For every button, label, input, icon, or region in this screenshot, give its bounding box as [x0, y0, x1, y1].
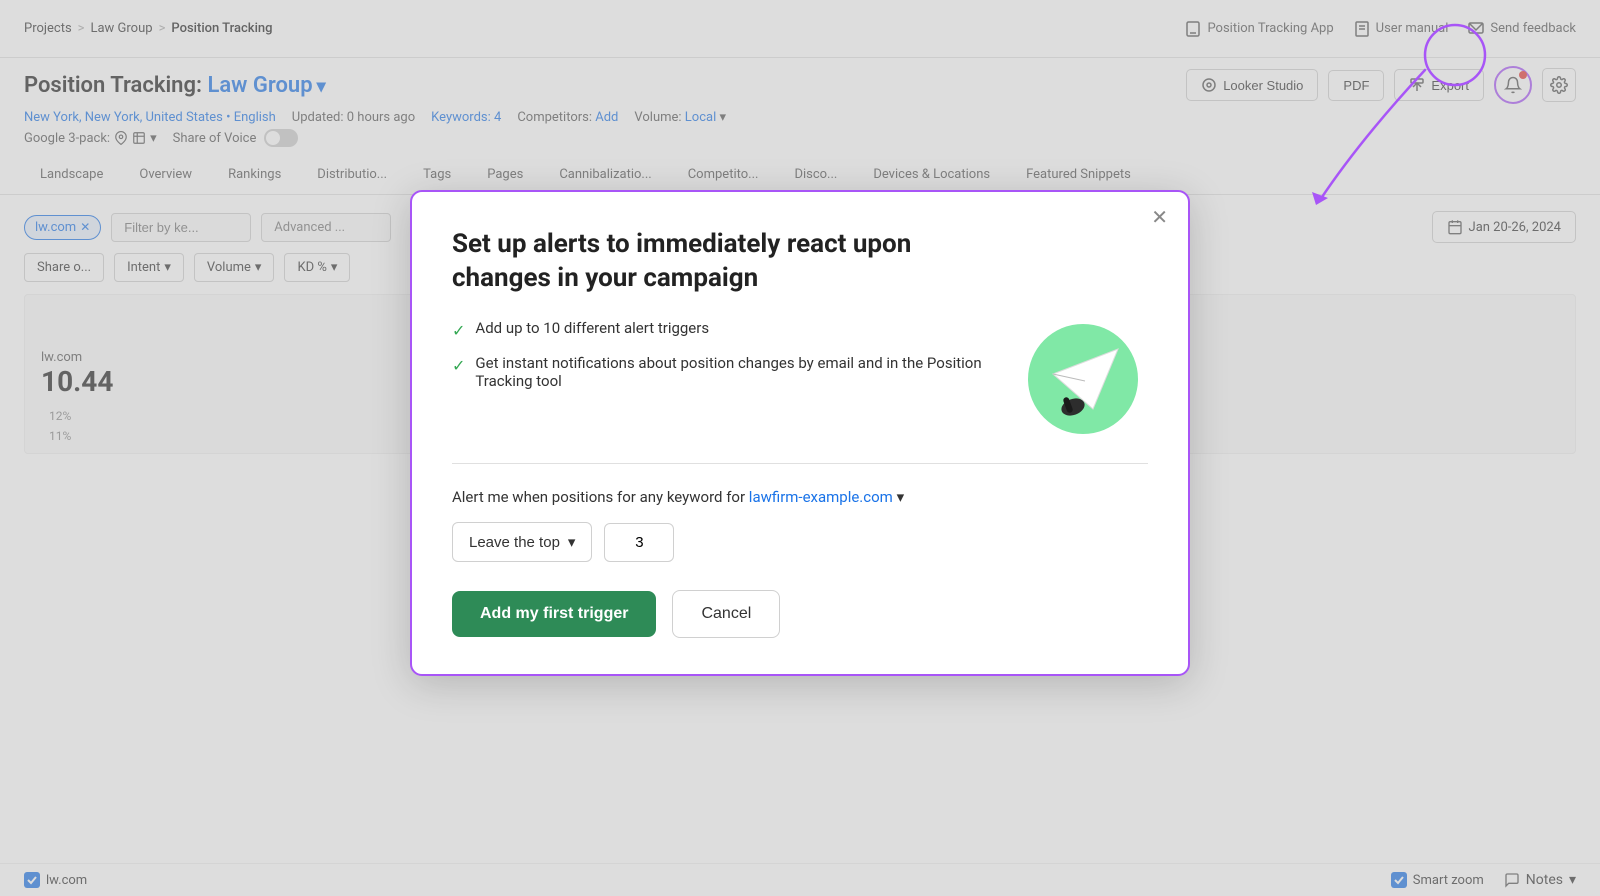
alert-controls: Leave the top ▾: [452, 522, 1148, 562]
modal-divider: [452, 463, 1148, 464]
position-dropdown[interactable]: Leave the top ▾: [452, 522, 592, 562]
cancel-button[interactable]: Cancel: [672, 590, 780, 638]
feature-item-2: ✓ Get instant notifications about positi…: [452, 354, 1018, 390]
modal-body: ✓ Add up to 10 different alert triggers …: [452, 319, 1148, 439]
feature-text-1: Add up to 10 different alert triggers: [475, 319, 709, 337]
dropdown-chevron: ▾: [897, 488, 905, 506]
feature-check-icon-2: ✓: [452, 356, 465, 375]
modal-close-button[interactable]: ✕: [1151, 208, 1168, 228]
position-dropdown-icon: ▾: [568, 533, 576, 551]
alert-setup-text: Alert me when positions for any keyword …: [452, 488, 1148, 506]
modal-backdrop: ✕ Set up alerts to immediately react upo…: [0, 0, 1600, 896]
feature-check-icon-1: ✓: [452, 321, 465, 340]
add-trigger-button[interactable]: Add my first trigger: [452, 591, 656, 637]
feature-text-2: Get instant notifications about position…: [475, 354, 1018, 390]
modal-title: Set up alerts to immediately react upon …: [452, 228, 972, 296]
modal-features: ✓ Add up to 10 different alert triggers …: [452, 319, 1018, 404]
domain-link[interactable]: lawfirm-example.com: [749, 488, 893, 506]
alert-modal: ✕ Set up alerts to immediately react upo…: [410, 190, 1190, 677]
modal-illustration: [1018, 319, 1148, 439]
modal-actions: Add my first trigger Cancel: [452, 590, 1148, 638]
position-number-input[interactable]: [604, 523, 674, 562]
feature-item-1: ✓ Add up to 10 different alert triggers: [452, 319, 1018, 340]
